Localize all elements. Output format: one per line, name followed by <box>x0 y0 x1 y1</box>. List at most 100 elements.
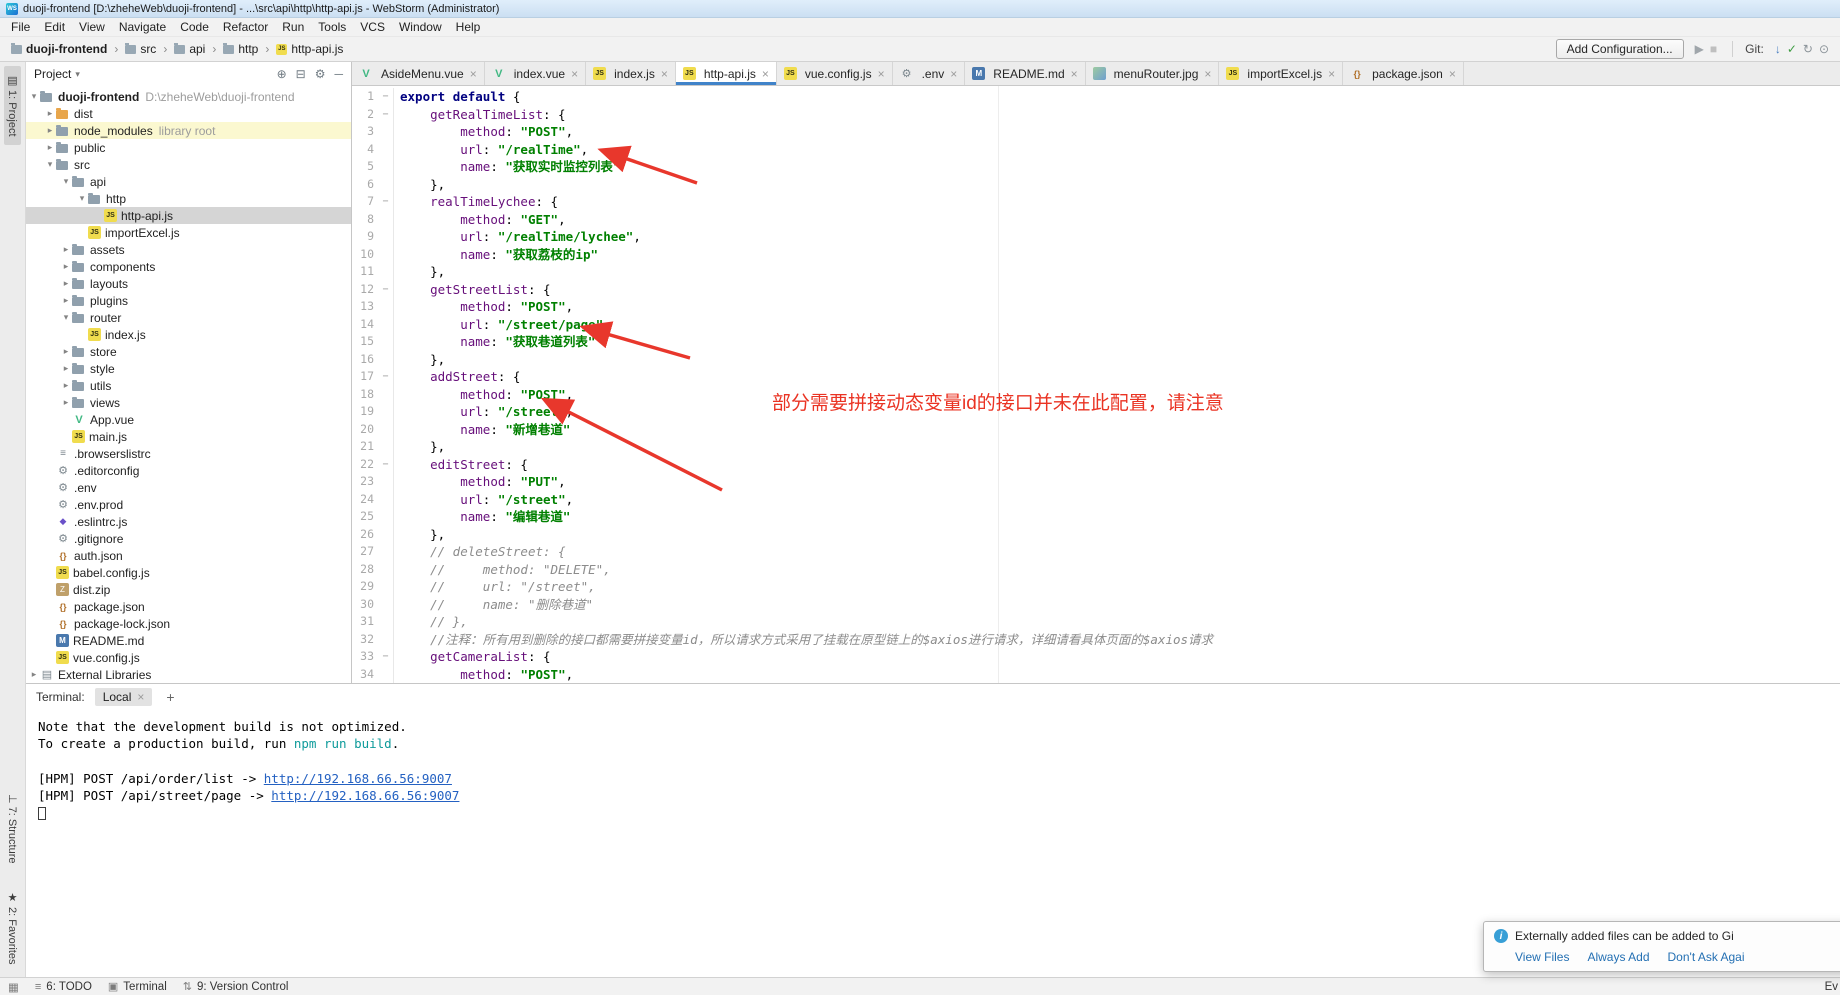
notification-action-always-add[interactable]: Always Add <box>1587 950 1649 964</box>
code-line[interactable]: 8 method: "GET", <box>352 211 1840 229</box>
breadcrumb-item-api[interactable]: api <box>171 41 208 57</box>
tree-item-public[interactable]: ▸public <box>26 139 351 156</box>
tree-item-env-prod[interactable]: ⚙.env.prod <box>26 496 351 513</box>
tab-index-vue[interactable]: Vindex.vue× <box>485 62 586 85</box>
git-commit-icon[interactable]: ✓ <box>1784 42 1800 56</box>
tree-item-browserslistrc[interactable]: ≡.browserslistrc <box>26 445 351 462</box>
code-line[interactable]: 17− addStreet: { <box>352 368 1840 386</box>
stripe-button-7-structure[interactable]: ⊥ 7: Structure <box>4 786 21 872</box>
code-line[interactable]: 28 // method: "DELETE", <box>352 561 1840 579</box>
tree-item-readme-md[interactable]: MREADME.md <box>26 632 351 649</box>
statusbar-item-terminal[interactable]: ▣Terminal <box>108 980 167 993</box>
statusbar-item-9-version-control[interactable]: ⇅9: Version Control <box>183 980 289 993</box>
tab-importexcel-js[interactable]: JSimportExcel.js× <box>1219 62 1343 85</box>
chevron-closed-icon[interactable]: ▸ <box>60 397 72 408</box>
tool-window-switcher-icon[interactable]: ▦ <box>8 980 19 994</box>
tree-item-package-lock-json[interactable]: {}package-lock.json <box>26 615 351 632</box>
tree-item-dist-zip[interactable]: Zdist.zip <box>26 581 351 598</box>
code-line[interactable]: 7− realTimeLychee: { <box>352 193 1840 211</box>
code-line[interactable]: 5 name: "获取实时监控列表" <box>352 158 1840 176</box>
tab-package-json[interactable]: {}package.json× <box>1343 62 1464 85</box>
chevron-down-icon[interactable]: ▾ <box>75 69 80 80</box>
close-icon[interactable]: × <box>571 67 578 81</box>
code-line[interactable]: 24 url: "/street", <box>352 491 1840 509</box>
notification-action-don-t-ask-agai[interactable]: Don't Ask Agai <box>1668 950 1745 964</box>
tree-item-store[interactable]: ▸store <box>26 343 351 360</box>
tab-vue-config-js[interactable]: JSvue.config.js× <box>777 62 893 85</box>
breadcrumb-item-duoji-frontend[interactable]: duoji-frontend <box>8 41 110 57</box>
code-line[interactable]: 9 url: "/realTime/lychee", <box>352 228 1840 246</box>
chevron-closed-icon[interactable]: ▸ <box>60 295 72 306</box>
menu-view[interactable]: View <box>72 18 112 37</box>
tree-item-editorconfig[interactable]: ⚙.editorconfig <box>26 462 351 479</box>
collapse-icon[interactable]: ⊟ <box>296 67 306 81</box>
hide-icon[interactable]: ─ <box>334 67 343 81</box>
chevron-closed-icon[interactable]: ▸ <box>44 125 56 136</box>
code-line[interactable]: 4 url: "/realTime", <box>352 141 1840 159</box>
menu-window[interactable]: Window <box>392 18 449 37</box>
tree-item-external-libraries[interactable]: ▸▤External Libraries <box>26 666 351 683</box>
terminal-link[interactable]: http://192.168.66.56:9007 <box>264 771 452 786</box>
tab-readme-md[interactable]: MREADME.md× <box>965 62 1085 85</box>
breadcrumb-item-http-api-js[interactable]: JShttp-api.js <box>273 41 346 57</box>
git-rollback-icon[interactable]: ↻ <box>1800 42 1816 56</box>
code-line[interactable]: 25 name: "编辑巷道" <box>352 508 1840 526</box>
tree-item-vue-config-js[interactable]: JSvue.config.js <box>26 649 351 666</box>
tree-item-duoji-frontend[interactable]: ▾duoji-frontendD:\zheheWeb\duoji-fronten… <box>26 88 351 105</box>
code-line[interactable]: 23 method: "PUT", <box>352 473 1840 491</box>
stripe-button-2-favorites[interactable]: ★ 2: Favorites <box>4 883 21 973</box>
terminal-tab-local[interactable]: Local × <box>95 688 153 706</box>
code-line[interactable]: 1−export default { <box>352 88 1840 106</box>
code-line[interactable]: 14 url: "/street/page", <box>352 316 1840 334</box>
code-line[interactable]: 31 // }, <box>352 613 1840 631</box>
menu-refactor[interactable]: Refactor <box>216 18 275 37</box>
tree-item-assets[interactable]: ▸assets <box>26 241 351 258</box>
menu-navigate[interactable]: Navigate <box>112 18 173 37</box>
close-icon[interactable]: × <box>950 67 957 81</box>
tree-item-components[interactable]: ▸components <box>26 258 351 275</box>
locate-icon[interactable]: ⊕ <box>277 67 287 81</box>
git-history-icon[interactable]: ⊙ <box>1816 42 1832 56</box>
tree-item-node-modules[interactable]: ▸node_moduleslibrary root <box>26 122 351 139</box>
close-icon[interactable]: × <box>661 67 668 81</box>
project-panel-title[interactable]: Project <box>34 67 71 81</box>
statusbar-item-6-todo[interactable]: ≡6: TODO <box>35 981 92 993</box>
chevron-closed-icon[interactable]: ▸ <box>60 363 72 374</box>
chevron-open-icon[interactable]: ▾ <box>28 91 40 102</box>
tree-item-dist[interactable]: ▸dist <box>26 105 351 122</box>
notification-action-view-files[interactable]: View Files <box>1515 950 1569 964</box>
tree-item-importexcel-js[interactable]: JSimportExcel.js <box>26 224 351 241</box>
chevron-open-icon[interactable]: ▾ <box>60 312 72 323</box>
chevron-closed-icon[interactable]: ▸ <box>60 346 72 357</box>
chevron-closed-icon[interactable]: ▸ <box>44 142 56 153</box>
tree-item-index-js[interactable]: JSindex.js <box>26 326 351 343</box>
new-terminal-button[interactable]: + <box>162 689 178 705</box>
tab-env[interactable]: ⚙.env× <box>893 62 966 85</box>
menu-edit[interactable]: Edit <box>37 18 72 37</box>
code-line[interactable]: 18 method: "POST", <box>352 386 1840 404</box>
code-line[interactable]: 16 }, <box>352 351 1840 369</box>
tree-item-http[interactable]: ▾http <box>26 190 351 207</box>
code-line[interactable]: 32 //注释：所有用到删除的接口都需要拼接变量id，所以请求方式采用了挂载在原… <box>352 631 1840 649</box>
event-log-label[interactable]: Ev <box>1825 981 1838 993</box>
code-line[interactable]: 26 }, <box>352 526 1840 544</box>
tab-http-api-js[interactable]: JShttp-api.js× <box>676 62 777 85</box>
add-configuration-button[interactable]: Add Configuration... <box>1556 39 1684 59</box>
code-line[interactable]: 34 method: "POST", <box>352 666 1840 684</box>
stripe-button-1-project[interactable]: ▤ 1: Project <box>4 66 21 145</box>
settings-icon[interactable]: ⚙ <box>315 67 326 81</box>
tree-item-package-json[interactable]: {}package.json <box>26 598 351 615</box>
close-icon[interactable]: × <box>470 67 477 81</box>
tree-item-main-js[interactable]: JSmain.js <box>26 428 351 445</box>
tree-item-views[interactable]: ▸views <box>26 394 351 411</box>
tree-item-http-api-js[interactable]: JShttp-api.js <box>26 207 351 224</box>
tree-item-babel-config-js[interactable]: JSbabel.config.js <box>26 564 351 581</box>
tab-menurouter-jpg[interactable]: menuRouter.jpg× <box>1086 62 1220 85</box>
chevron-closed-icon[interactable]: ▸ <box>60 278 72 289</box>
code-line[interactable]: 6 }, <box>352 176 1840 194</box>
close-icon[interactable]: × <box>762 67 769 81</box>
menu-run[interactable]: Run <box>275 18 311 37</box>
code-line[interactable]: 19 url: "/street", <box>352 403 1840 421</box>
chevron-closed-icon[interactable]: ▸ <box>60 380 72 391</box>
tree-item-src[interactable]: ▾src <box>26 156 351 173</box>
